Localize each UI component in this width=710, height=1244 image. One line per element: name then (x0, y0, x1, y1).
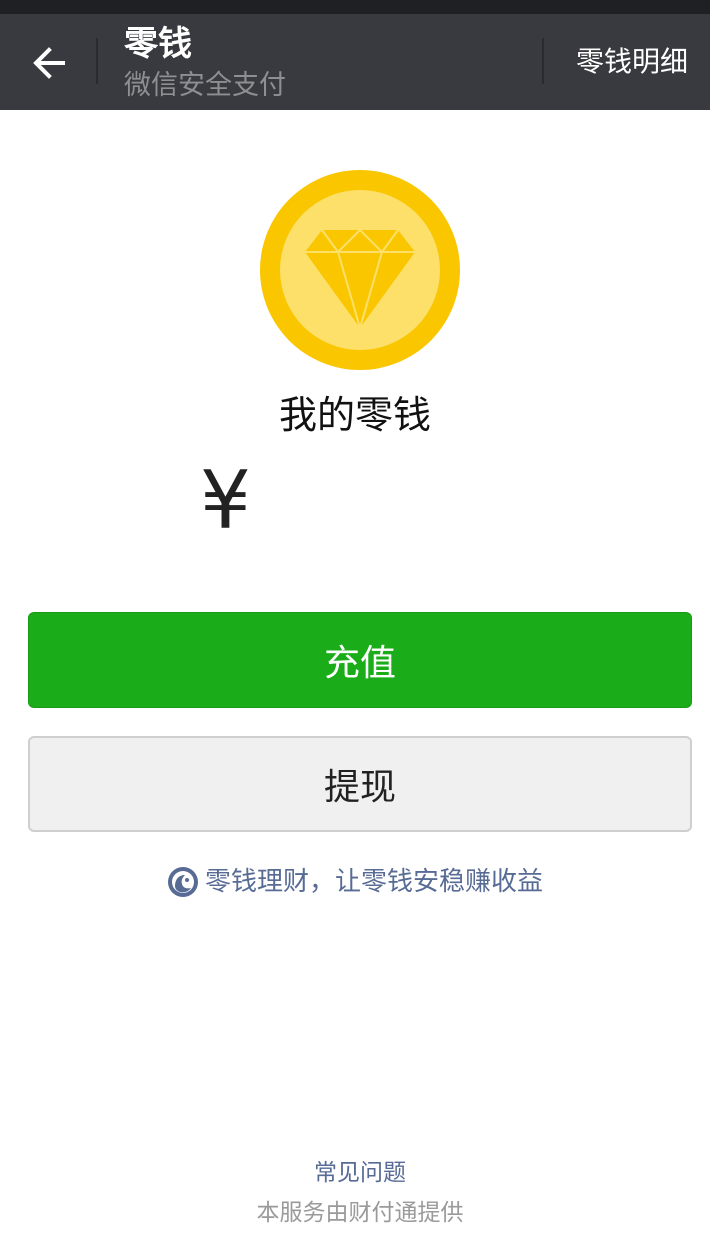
faq-link[interactable]: 常见问题 (0, 1156, 710, 1190)
wealth-management-link[interactable]: 零钱理财，让零钱安稳赚收益 (0, 862, 710, 902)
recharge-button[interactable]: 充值 (28, 612, 692, 708)
balance-amount: ¥ (200, 454, 251, 547)
balance-details-link[interactable]: 零钱明细 (576, 42, 688, 82)
back-button[interactable] (22, 36, 76, 90)
nav-divider (96, 38, 98, 84)
withdraw-button[interactable]: 提现 (28, 736, 692, 832)
page-subtitle: 微信安全支付 (124, 70, 286, 101)
provider-text: 本服务由财付通提供 (256, 1200, 464, 1226)
wealth-management-label: 零钱理财，让零钱安稳赚收益 (204, 867, 543, 897)
page-title: 零钱 (124, 24, 192, 64)
nav-divider (542, 38, 544, 84)
wallet-title: 我的零钱 (278, 393, 431, 437)
licaitong-icon (167, 867, 198, 897)
arrow-left-icon (33, 47, 65, 79)
diamond-coin-icon (260, 170, 460, 370)
nav-bar: 零钱 微信安全支付 零钱明细 (0, 14, 710, 110)
status-bar (0, 0, 710, 14)
